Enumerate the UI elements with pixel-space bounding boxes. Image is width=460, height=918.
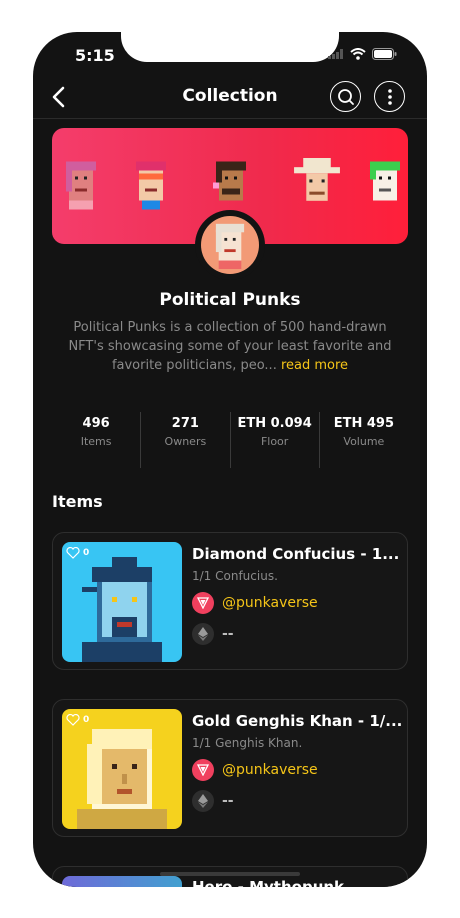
status-icons: [328, 48, 397, 60]
notch: [121, 32, 339, 62]
read-more-link[interactable]: read more: [281, 358, 348, 373]
item-name[interactable]: Hero - Mythopunk: [192, 878, 344, 887]
home-indicator[interactable]: [160, 872, 300, 876]
item-name[interactable]: Gold Genghis Khan - 1/...: [192, 712, 402, 730]
more-vertical-icon: [387, 88, 392, 105]
stat-floor: ETH 0.094 Floor: [231, 412, 320, 468]
items-heading: Items: [52, 492, 103, 511]
avatar-punk-icon: [215, 223, 245, 269]
owner-logo-icon: [192, 592, 214, 614]
heart-icon: [66, 547, 80, 559]
stat-value: ETH 495: [333, 416, 395, 431]
wifi-icon: [350, 48, 366, 60]
stat-label: Items: [80, 435, 112, 448]
item-card[interactable]: 0 Gold Genghis Khan - 1/... 1/1 Genghis …: [52, 699, 408, 837]
status-time: 5:15: [75, 46, 115, 65]
item-subtitle: 1/1 Confucius.: [192, 569, 278, 583]
ethereum-icon: [192, 790, 214, 812]
ethereum-icon: [192, 623, 214, 645]
page-title: Collection: [182, 86, 278, 106]
owner-logo-icon: [192, 759, 214, 781]
item-name[interactable]: Diamond Confucius - 1...: [192, 545, 402, 563]
like-count: 0: [83, 548, 90, 558]
stat-items: 496 Items: [52, 412, 142, 468]
phone-screen: 5:15 Collection Political Punks Politica…: [33, 32, 427, 887]
owner-handle[interactable]: @punkaverse: [222, 762, 318, 778]
heart-icon: [66, 714, 80, 726]
item-card[interactable]: Hero - Mythopunk: [52, 866, 408, 887]
stat-label: Volume: [343, 435, 385, 448]
more-options-button[interactable]: [374, 81, 405, 112]
punk-avatar-4: [294, 158, 340, 201]
item-subtitle: 1/1 Genghis Khan.: [192, 736, 303, 750]
stat-label: Floor: [260, 435, 289, 448]
stat-value: 271: [171, 416, 199, 431]
stat-value: 496: [82, 416, 110, 431]
search-icon: [337, 88, 354, 105]
signal-icon: [328, 49, 343, 59]
price-value: --: [222, 626, 234, 642]
item-price: --: [192, 623, 234, 645]
header-divider: [33, 118, 427, 119]
collection-name: Political Punks: [159, 290, 301, 310]
like-counter[interactable]: 0: [66, 547, 89, 559]
punk-avatar-5: [370, 161, 400, 201]
search-button[interactable]: [330, 81, 361, 112]
price-value: --: [222, 793, 234, 809]
punk-avatar-1: [66, 161, 96, 210]
item-card[interactable]: 0 Diamond Confucius - 1... 1/1 Confucius…: [52, 532, 408, 670]
item-art-confucius: [82, 557, 162, 662]
item-thumbnail[interactable]: [62, 876, 182, 887]
owner-handle[interactable]: @punkaverse: [222, 595, 318, 611]
item-art-genghis-khan: [77, 729, 167, 829]
stat-volume: ETH 495 Volume: [320, 412, 408, 468]
punk-avatar-2: [136, 161, 166, 210]
stat-label: Owners: [164, 435, 207, 448]
punk-avatar-3: [213, 161, 246, 201]
battery-icon: [372, 48, 397, 60]
header: Collection: [33, 78, 427, 118]
item-price: --: [192, 790, 234, 812]
item-owner[interactable]: @punkaverse: [192, 759, 318, 781]
collection-description: Political Punks is a collection of 500 h…: [55, 318, 405, 375]
item-owner[interactable]: @punkaverse: [192, 592, 318, 614]
stat-owners: 271 Owners: [141, 412, 231, 468]
like-count: 0: [83, 715, 90, 725]
stats-row: 496 Items 271 Owners ETH 0.094 Floor ETH…: [52, 412, 408, 468]
item-thumbnail[interactable]: 0: [62, 709, 182, 829]
stat-value: ETH 0.094: [237, 416, 312, 431]
collection-avatar: [195, 210, 265, 280]
like-counter[interactable]: 0: [66, 714, 89, 726]
item-thumbnail[interactable]: 0: [62, 542, 182, 662]
